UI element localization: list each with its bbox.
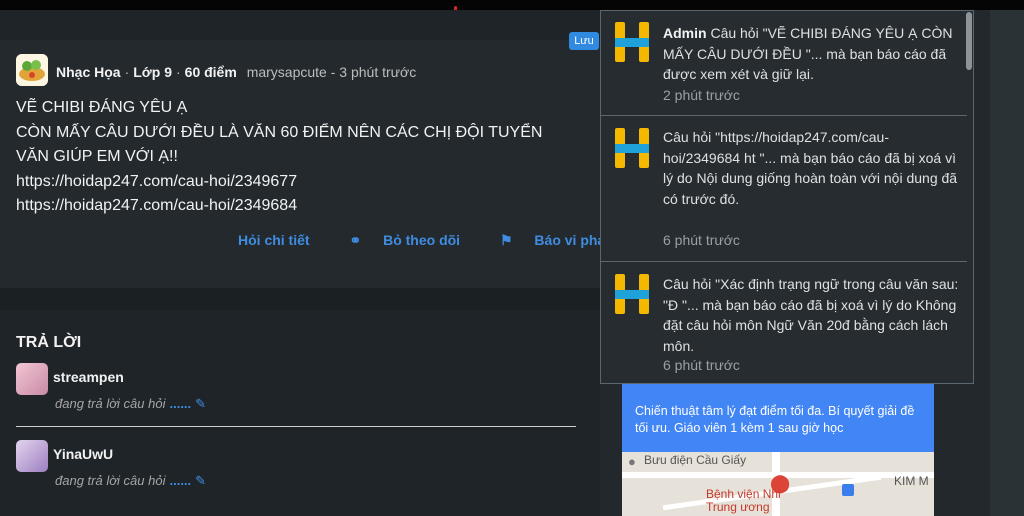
flag-icon: ⚑ bbox=[499, 232, 513, 248]
typing-status: đang trả lời câu hỏi...... ✎ bbox=[55, 396, 206, 412]
typing-text: đang trả lời câu hỏi bbox=[55, 396, 166, 411]
question-link[interactable]: https://hoidap247.com/cau-hoi/2349677 bbox=[16, 170, 576, 195]
notification-message: Câu hỏi "VẼ CHIBI ĐÁNG YÊU Ạ CÒN MẤY CÂU… bbox=[663, 25, 953, 82]
map-label: Bưu điện Cầu Giấy bbox=[644, 453, 747, 467]
grade-label: Lớp 9 bbox=[133, 64, 172, 80]
notification-text: Câu hỏi "Xác định trạng ngữ trong câu vă… bbox=[663, 274, 959, 356]
answerer-name[interactable]: YinaUwU bbox=[53, 446, 113, 462]
hoidap-logo-icon bbox=[615, 22, 649, 62]
notification-text: Admin Câu hỏi "VẼ CHIBI ĐÁNG YÊU Ạ CÒN M… bbox=[663, 23, 959, 85]
notification-text: Câu hỏi "https://hoidap247.com/cau-hoi/2… bbox=[663, 127, 959, 209]
answer-divider bbox=[16, 426, 576, 427]
map-label: Bệnh viện Nhi Trung ương bbox=[706, 487, 781, 514]
question-actions: Hỏi chi tiết ⚭ Bỏ theo dõi ⚑ Báo vi phạm bbox=[238, 232, 654, 249]
typing-dots: ...... bbox=[169, 396, 192, 411]
notification-message: Câu hỏi "https://hoidap247.com/cau-hoi/2… bbox=[663, 129, 958, 207]
unfollow-button[interactable]: ⚭ Bỏ theo dõi bbox=[349, 232, 478, 248]
typing-status: đang trả lời câu hỏi...... ✎ bbox=[55, 473, 206, 489]
pencil-icon: ✎ bbox=[195, 473, 207, 488]
notification-panel: Admin Câu hỏi "VẼ CHIBI ĐÁNG YÊU Ạ CÒN M… bbox=[600, 10, 974, 384]
ask-detail-label: Hỏi chi tiết bbox=[238, 232, 310, 248]
question-line: CÒN MẤY CÂU DƯỚI ĐỀU LÀ VĂN 60 ĐIỂM NÊN … bbox=[16, 123, 543, 141]
unfollow-icon: ⚭ bbox=[349, 232, 362, 248]
notification-message: Câu hỏi "Xác định trạng ngữ trong câu vă… bbox=[663, 276, 959, 354]
ad-banner[interactable]: Chiến thuật tâm lý đạt điểm tối đa. Bí q… bbox=[622, 384, 934, 516]
notification-time: 6 phút trước bbox=[663, 357, 740, 373]
section-separator bbox=[0, 288, 600, 310]
question-line: VĂN GIÚP EM VỚI Ạ!! bbox=[16, 148, 178, 165]
notification-item[interactable]: Câu hỏi "https://hoidap247.com/cau-hoi/2… bbox=[601, 116, 967, 262]
hoidap-logo-icon bbox=[615, 274, 649, 314]
map-pin-icon: ● bbox=[628, 454, 636, 469]
ad-text: Chiến thuật tâm lý đạt điểm tối đa. Bí q… bbox=[622, 384, 934, 452]
ask-detail-button[interactable]: Hỏi chi tiết bbox=[238, 232, 328, 248]
top-bar bbox=[0, 0, 1024, 16]
notification-sender: Admin bbox=[663, 25, 707, 41]
typing-dots: ...... bbox=[169, 473, 192, 488]
answerer-name[interactable]: streampen bbox=[53, 369, 124, 385]
notification-scrollbar[interactable] bbox=[966, 12, 972, 70]
subject-label[interactable]: Nhạc Họa bbox=[56, 64, 121, 80]
notification-item[interactable]: Câu hỏi "Xác định trạng ngữ trong câu vă… bbox=[601, 262, 967, 383]
notification-time: 6 phút trước bbox=[663, 232, 740, 248]
avatar[interactable] bbox=[16, 363, 48, 395]
unfollow-label: Bỏ theo dõi bbox=[383, 232, 461, 248]
notification-time: 2 phút trước bbox=[663, 87, 740, 103]
answers-heading: TRẢ LỜI bbox=[16, 334, 82, 351]
map-label: KIM M bbox=[894, 474, 929, 488]
hoidap-logo-icon bbox=[615, 128, 649, 168]
notification-item[interactable]: Admin Câu hỏi "VẼ CHIBI ĐÁNG YÊU Ạ CÒN M… bbox=[601, 11, 967, 116]
question-link[interactable]: https://hoidap247.com/cau-hoi/2349684 bbox=[16, 194, 576, 219]
ad-map: ● Bưu điện Cầu Giấy ⬤ Bệnh viện Nhi Trun… bbox=[622, 452, 934, 516]
right-edge bbox=[990, 10, 1024, 516]
pencil-icon: ✎ bbox=[195, 396, 207, 411]
author-name[interactable]: marysapcute bbox=[247, 64, 327, 80]
bus-icon bbox=[842, 484, 854, 496]
avatar[interactable] bbox=[16, 440, 48, 472]
question-time: 3 phút trước bbox=[339, 64, 417, 80]
question-text: VẼ CHIBI ĐÁNG YÊU Ạ CÒN MẤY CÂU DƯỚI ĐỀU… bbox=[16, 96, 576, 219]
subject-avatar bbox=[16, 54, 48, 86]
points-label: 60 điểm bbox=[184, 64, 237, 80]
question-meta: Nhạc Họa · Lớp 9 · 60 điểm marysapcute - 3 p… bbox=[56, 64, 417, 80]
question-line: VẼ CHIBI ĐÁNG YÊU Ạ bbox=[16, 99, 188, 116]
save-button[interactable]: Lưu bbox=[569, 32, 599, 50]
typing-text: đang trả lời câu hỏi bbox=[55, 473, 166, 488]
